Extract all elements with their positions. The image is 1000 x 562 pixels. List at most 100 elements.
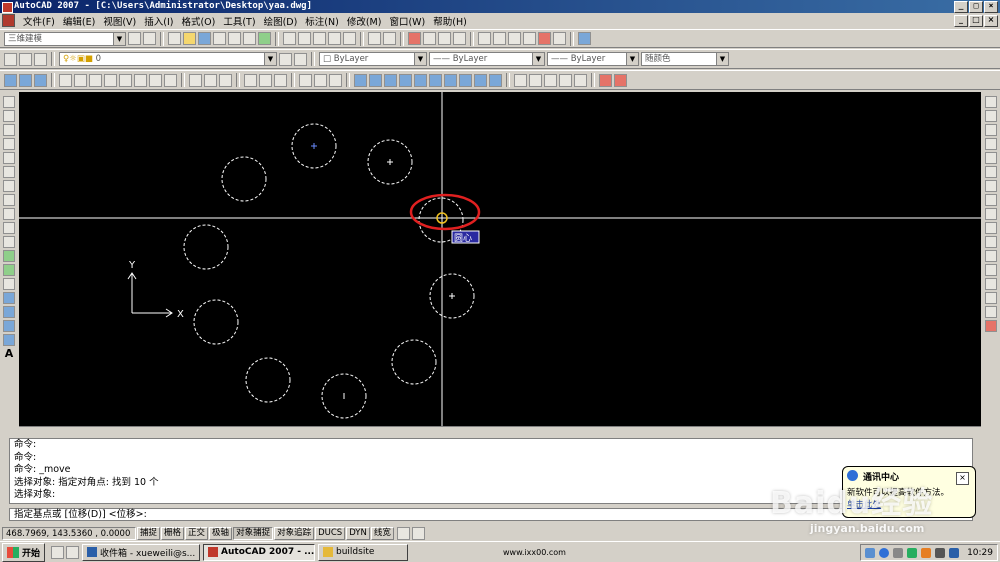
revision-cloud-icon[interactable]: [3, 194, 15, 206]
help-icon[interactable]: [578, 32, 591, 45]
menu-modify[interactable]: 修改(M): [343, 14, 386, 28]
taskbar-item-outlook[interactable]: 收件箱 - xueweili@s...: [82, 543, 201, 561]
point-icon[interactable]: [3, 278, 15, 290]
menu-help[interactable]: 帮助(H): [429, 14, 471, 28]
extrude-icon[interactable]: [204, 73, 217, 87]
view-se-iso-icon[interactable]: [459, 73, 472, 87]
view-sw-iso-icon[interactable]: [444, 73, 457, 87]
open-file-icon[interactable]: [183, 32, 196, 45]
array-icon[interactable]: [985, 152, 997, 164]
paste-icon[interactable]: [313, 32, 326, 45]
move-icon[interactable]: [985, 166, 997, 178]
document-icon[interactable]: [2, 14, 15, 27]
table-icon[interactable]: [3, 334, 15, 346]
quick-launch-icon[interactable]: [66, 545, 80, 559]
ducs-toggle[interactable]: DUCS: [315, 527, 346, 540]
region-icon[interactable]: [3, 320, 15, 332]
view-left-icon[interactable]: [384, 73, 397, 87]
3d-dwf-icon[interactable]: [258, 32, 271, 45]
taskbar-item-folder[interactable]: buildsite: [318, 543, 409, 561]
menu-format[interactable]: 格式(O): [177, 14, 219, 28]
intersect-icon[interactable]: [274, 73, 287, 87]
maximize-button[interactable]: □: [969, 1, 983, 13]
construction-line-icon[interactable]: [3, 110, 15, 122]
break-at-point-icon[interactable]: [985, 250, 997, 262]
insert-block-icon[interactable]: [3, 250, 15, 262]
ucs-world-icon[interactable]: [314, 73, 327, 87]
layer-properties-icon[interactable]: [4, 52, 17, 66]
gradient-icon[interactable]: [3, 306, 15, 318]
model-layout-icon[interactable]: [396, 527, 410, 540]
multiline-text-icon[interactable]: A: [3, 348, 15, 360]
menu-edit[interactable]: 编辑(E): [59, 14, 99, 28]
view-back-icon[interactable]: [429, 73, 442, 87]
shield-icon[interactable]: [907, 547, 918, 558]
zoom-realtime-icon[interactable]: [423, 32, 436, 45]
publish-icon[interactable]: [243, 32, 256, 45]
ellipse-icon[interactable]: [3, 222, 15, 234]
match-properties-icon[interactable]: [328, 32, 341, 45]
tool-palettes-icon[interactable]: [508, 32, 521, 45]
fillet-icon[interactable]: [985, 306, 997, 318]
circle-icon[interactable]: [3, 180, 15, 192]
cut-icon[interactable]: [283, 32, 296, 45]
taskbar-item-autocad[interactable]: AutoCAD 2007 - ...: [203, 543, 316, 561]
extend-icon[interactable]: [985, 236, 997, 248]
calculator-icon[interactable]: [553, 32, 566, 45]
subtract-icon[interactable]: [259, 73, 272, 87]
zoom-window-icon[interactable]: [438, 32, 451, 45]
line-icon[interactable]: [3, 96, 15, 108]
doc-close-button[interactable]: ×: [984, 15, 998, 27]
ucs-icon[interactable]: [299, 73, 312, 87]
copy-object-icon[interactable]: [985, 110, 997, 122]
menu-tools[interactable]: 工具(T): [219, 14, 259, 28]
balloon-close-button[interactable]: ×: [956, 472, 969, 485]
conceptual-style-icon[interactable]: [559, 73, 572, 87]
doc-restore-button[interactable]: □: [969, 15, 983, 27]
visual-style-icon[interactable]: [529, 73, 542, 87]
hatch-icon[interactable]: [3, 292, 15, 304]
status-tray-icon[interactable]: [411, 527, 425, 540]
polar-toggle[interactable]: 极轴: [209, 527, 233, 540]
block-editor-icon[interactable]: [343, 32, 356, 45]
erase-icon[interactable]: [985, 96, 997, 108]
lineweight-dropdown[interactable]: —— ByLayer ▼: [547, 52, 639, 66]
arc-icon[interactable]: [3, 166, 15, 178]
union-icon[interactable]: [244, 73, 257, 87]
properties-icon[interactable]: [478, 32, 491, 45]
materials-icon[interactable]: [614, 73, 627, 87]
autocad-app-icon[interactable]: [2, 2, 13, 13]
ellipse-arc-icon[interactable]: [3, 236, 15, 248]
render-icon[interactable]: [599, 73, 612, 87]
offset-icon[interactable]: [985, 138, 997, 150]
microphone-icon[interactable]: [893, 547, 904, 558]
dyn-toggle[interactable]: DYN: [346, 527, 370, 540]
revolve-icon[interactable]: [219, 73, 232, 87]
menu-draw[interactable]: 绘图(D): [260, 14, 302, 28]
drawing-area[interactable]: 圆心 X Y: [19, 92, 981, 426]
network-icon[interactable]: [865, 547, 876, 558]
planar-surface-icon[interactable]: [189, 73, 202, 87]
cylinder-icon[interactable]: [119, 73, 132, 87]
ortho-toggle[interactable]: 正交: [185, 527, 209, 540]
explode-icon[interactable]: [985, 320, 997, 332]
layer-match-icon[interactable]: [294, 52, 307, 66]
redo-icon[interactable]: [383, 32, 396, 45]
free-orbit-icon[interactable]: [19, 73, 32, 87]
layer-state-icon[interactable]: [19, 52, 32, 66]
copy-icon[interactable]: [298, 32, 311, 45]
menu-window[interactable]: 窗口(W): [385, 14, 429, 28]
drawing-svg[interactable]: 圆心 X Y: [19, 92, 981, 426]
linetype-dropdown[interactable]: —— ByLayer ▼: [429, 52, 545, 66]
clock[interactable]: 10:29: [967, 548, 993, 558]
rotate-icon[interactable]: [985, 180, 997, 192]
color-dropdown[interactable]: □ ByLayer ▼: [319, 52, 427, 66]
continuous-orbit-icon[interactable]: [34, 73, 47, 87]
help-tray-icon[interactable]: [879, 547, 890, 558]
new-file-icon[interactable]: [168, 32, 181, 45]
volume-icon[interactable]: [935, 547, 946, 558]
chat-icon[interactable]: [949, 547, 960, 558]
wireframe-style-icon[interactable]: [574, 73, 587, 87]
box-icon[interactable]: [59, 73, 72, 87]
plot-preview-icon[interactable]: [228, 32, 241, 45]
